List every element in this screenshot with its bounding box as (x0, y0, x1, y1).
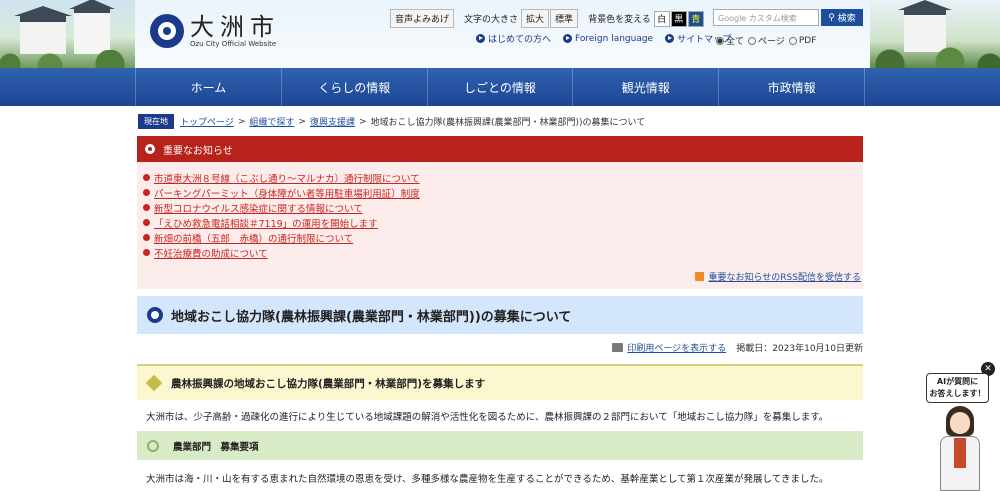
notice-header: 重要なお知らせ (137, 136, 863, 162)
search-input[interactable]: Google カスタム検索 (713, 9, 819, 26)
title-circle-icon (147, 307, 163, 323)
list-item: 「えひめ救急電話相談＃7119」の運用を開始します (143, 215, 863, 230)
section-title: 農林振興課の地域おこし協力隊(農業部門・林業部門)を募集します (171, 377, 486, 390)
nav-living[interactable]: くらしの情報 (282, 68, 428, 106)
diamond-cluster-icon (145, 374, 163, 392)
nav-business[interactable]: しごとの情報 (428, 68, 574, 106)
bullet-icon (143, 219, 150, 226)
city-subtitle: Ozu City Official Website (190, 40, 277, 48)
bg-white-button[interactable]: 白 (653, 10, 670, 27)
bullet-icon (143, 189, 150, 196)
nav-tourism[interactable]: 観光情報 (573, 68, 720, 106)
city-emblem-icon (150, 14, 184, 48)
bg-black-button[interactable]: 黒 (670, 10, 687, 27)
important-notice-box: 重要なお知らせ 市道東大洲８号線（こぶし通り～マルナカ）通行制限について パーキ… (137, 136, 863, 289)
print-link[interactable]: 印刷用ページを表示する (627, 341, 726, 354)
voice-read-button[interactable]: 音声よみあげ (390, 9, 455, 28)
posted-date: 掲載日：2023年10月10日更新 (736, 344, 863, 354)
notice-link[interactable]: 新畑の前橋（五郎 赤橋）の通行制限について (154, 231, 353, 245)
bg-blue-button[interactable]: 青 (687, 10, 704, 27)
breadcrumb-separator: > (358, 116, 367, 127)
breadcrumb-current: 地域おこし協力隊(農林振興課(農業部門・林業部門))の募集について (370, 118, 646, 128)
ai-bubble-line1: AIが質問に (936, 377, 979, 386)
nav-city-government[interactable]: 市政情報 (719, 68, 865, 106)
ai-assistant-avatar[interactable] (930, 404, 992, 491)
nav-home[interactable]: ホーム (135, 68, 282, 106)
rss-icon (695, 272, 705, 281)
intro-paragraph: 大洲市は、少子高齢・過疎化の進行により生じている地域課題の解消や活性化を図るため… (146, 412, 829, 423)
breadcrumb-separator: > (298, 116, 306, 127)
page-title: 地域おこし協力隊(農林振興課(農業部門・林業部門))の募集について (171, 309, 572, 325)
notice-title: 重要なお知らせ (163, 145, 233, 157)
font-enlarge-button[interactable]: 拡大 (521, 9, 550, 28)
accessibility-tools: 音声よみあげ 文字の大きさ 拡大 標準 背景色を変える 白 黒 青 (390, 9, 705, 28)
notice-circle-icon (145, 144, 155, 154)
radio-all[interactable] (716, 36, 724, 45)
breadcrumb-separator: > (237, 116, 246, 127)
search-icon: ⚲ (828, 12, 835, 23)
global-nav: ホーム くらしの情報 しごとの情報 観光情報 市政情報 (0, 68, 1000, 106)
site-header: 大洲市 Ozu City Official Website 音声よみあげ 文字の… (0, 0, 1000, 68)
link-foreign-language[interactable]: Foreign language (563, 32, 653, 45)
font-size-label: 文字の大きさ (464, 15, 519, 25)
radio-pdf[interactable] (788, 36, 797, 45)
page-meta: 印刷用ページを表示する 掲載日：2023年10月10日更新 (612, 341, 863, 354)
bullet-icon (143, 174, 150, 181)
section-heading: 農林振興課の地域おこし協力隊(農業部門・林業部門)を募集します (137, 364, 863, 400)
bullet-icon (143, 249, 150, 256)
rss-link[interactable]: 重要なお知らせのRSS配信を受信する (695, 270, 861, 283)
site-logo[interactable]: 大洲市 Ozu City Official Website (150, 14, 280, 48)
notice-link[interactable]: 新型コロナウイルス感染症に関する情報について (154, 201, 363, 215)
ai-assistant-bubble[interactable]: AIが質問に お答えします！ (926, 373, 989, 403)
header-links: はじめての方へ Foreign language サイトマップ (476, 32, 743, 45)
list-item: パーキングパーミット（身体障がい者等用駐車場利用証）制度 (143, 185, 863, 200)
breadcrumb-top[interactable]: トップページ (180, 115, 234, 128)
list-item: 不妊治療費の助成について (143, 245, 863, 260)
ring-icon (147, 439, 159, 452)
search-button[interactable]: ⚲ 検索 (821, 9, 863, 26)
bg-color-label: 背景色を変える (588, 15, 651, 25)
body-paragraph: 大洲市は海・川・山を有する恵まれた自然環境の恩恵を受け、多種多様な農産物を生産す… (146, 474, 829, 485)
printer-icon (612, 343, 624, 352)
notice-link[interactable]: 「えひめ救急電話相談＃7119」の運用を開始します (154, 216, 378, 230)
link-first-visit[interactable]: はじめての方へ (476, 32, 551, 45)
search-scope: 全て ページ PDF (712, 34, 816, 47)
castle-banner-left (0, 0, 135, 68)
arrow-circle-icon (665, 34, 675, 43)
notice-list: 市道東大洲８号線（こぶし通り～マルナカ）通行制限について パーキングパーミット（… (137, 162, 863, 260)
font-standard-button[interactable]: 標準 (550, 9, 579, 28)
bullet-icon (143, 234, 150, 241)
castle-banner-right (870, 0, 1000, 68)
breadcrumb-organization[interactable]: 組織で探す (249, 115, 294, 128)
list-item: 新畑の前橋（五郎 赤橋）の通行制限について (143, 230, 863, 245)
ai-bubble-line2: お答えします！ (929, 389, 986, 398)
breadcrumb-label: 現在地 (138, 114, 174, 129)
bullet-icon (143, 204, 150, 211)
arrow-circle-icon (563, 34, 573, 43)
city-name: 大洲市 (190, 13, 280, 41)
notice-link[interactable]: 市道東大洲８号線（こぶし通り～マルナカ）通行制限について (154, 171, 420, 185)
breadcrumb: 現在地 トップページ > 組織で探す > 復興支援課 > 地域おこし協力隊(農林… (138, 114, 645, 129)
arrow-circle-icon (476, 34, 485, 43)
breadcrumb-department[interactable]: 復興支援課 (310, 115, 355, 128)
subsection-heading: 農業部門 募集要項 (137, 431, 863, 460)
list-item: 市道東大洲８号線（こぶし通り～マルナカ）通行制限について (143, 170, 863, 185)
notice-link[interactable]: 不妊治療費の助成について (154, 246, 268, 260)
list-item: 新型コロナウイルス感染症に関する情報について (143, 200, 863, 215)
page-title-bar: 地域おこし協力隊(農林振興課(農業部門・林業部門))の募集について (137, 296, 863, 334)
notice-link[interactable]: パーキングパーミット（身体障がい者等用駐車場利用証）制度 (154, 186, 420, 200)
subsection-title: 農業部門 募集要項 (173, 441, 259, 453)
radio-page[interactable] (748, 36, 757, 45)
